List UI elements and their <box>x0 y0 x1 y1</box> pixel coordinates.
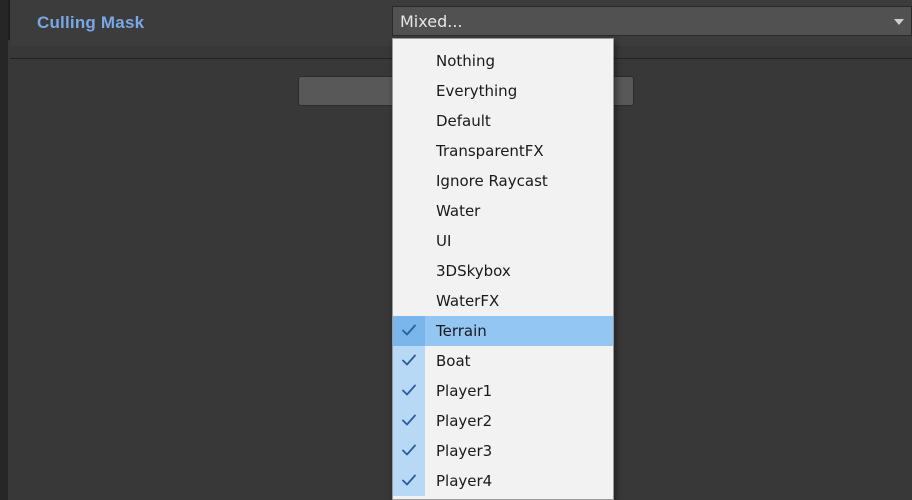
menu-item-label: TransparentFX <box>436 142 544 160</box>
check-column <box>393 436 425 466</box>
menu-item-transparentfx[interactable]: TransparentFX <box>393 136 613 166</box>
menu-item-label: Player4 <box>436 472 493 490</box>
checkmark-icon <box>402 384 416 396</box>
culling-mask-label: Culling Mask <box>37 13 145 32</box>
check-column <box>393 316 425 346</box>
menu-item-label: Water <box>436 202 481 220</box>
menu-item-label: Player3 <box>436 442 493 460</box>
menu-item-label: 3DSkybox <box>436 262 511 280</box>
checkmark-icon <box>402 414 416 426</box>
checkmark-icon <box>402 324 416 336</box>
menu-item-default[interactable]: Default <box>393 106 613 136</box>
check-column <box>393 136 425 166</box>
check-column <box>393 76 425 106</box>
check-column <box>393 256 425 286</box>
checkmark-icon <box>402 354 416 366</box>
menu-item-label: Nothing <box>436 52 495 70</box>
menu-item-label: Terrain <box>436 322 487 340</box>
menu-item-ignore-raycast[interactable]: Ignore Raycast <box>393 166 613 196</box>
menu-item-waterfx[interactable]: WaterFX <box>393 286 613 316</box>
check-column <box>393 226 425 256</box>
check-column <box>393 166 425 196</box>
checkmark-icon <box>402 444 416 456</box>
menu-item-label: WaterFX <box>436 292 500 310</box>
dropdown-arrow-icon <box>894 19 904 25</box>
check-column <box>393 346 425 376</box>
dropdown-value: Mixed... <box>400 12 463 31</box>
menu-item-nothing[interactable]: Nothing <box>393 46 613 76</box>
menu-item-label: Default <box>436 112 491 130</box>
check-column <box>393 406 425 436</box>
menu-item-player4[interactable]: Player4 <box>393 466 613 496</box>
check-column <box>393 376 425 406</box>
check-column <box>393 196 425 226</box>
checkmark-icon <box>402 474 416 486</box>
menu-item-label: Ignore Raycast <box>436 172 548 190</box>
menu-item-player3[interactable]: Player3 <box>393 436 613 466</box>
inspector-panel: Culling Mask Mixed... Nothing Everything D… <box>0 0 912 500</box>
menu-item-player2[interactable]: Player2 <box>393 406 613 436</box>
check-column <box>393 106 425 136</box>
check-column <box>393 466 425 496</box>
menu-item-everything[interactable]: Everything <box>393 76 613 106</box>
check-column <box>393 46 425 76</box>
menu-item-3dskybox[interactable]: 3DSkybox <box>393 256 613 286</box>
menu-item-player1[interactable]: Player1 <box>393 376 613 406</box>
menu-item-ui[interactable]: UI <box>393 226 613 256</box>
menu-item-boat[interactable]: Boat <box>393 346 613 376</box>
check-column <box>393 286 425 316</box>
menu-item-label: UI <box>436 232 452 250</box>
menu-item-label: Everything <box>436 82 518 100</box>
menu-item-label: Player2 <box>436 412 493 430</box>
menu-item-label: Boat <box>436 352 471 370</box>
layer-mask-menu: Nothing Everything Default TransparentFX Ign… <box>392 38 614 500</box>
panel-edge <box>0 0 8 500</box>
menu-item-water[interactable]: Water <box>393 196 613 226</box>
menu-item-terrain[interactable]: Terrain <box>393 316 613 346</box>
menu-item-label: Player1 <box>436 382 493 400</box>
culling-mask-dropdown[interactable]: Mixed... <box>392 6 912 36</box>
